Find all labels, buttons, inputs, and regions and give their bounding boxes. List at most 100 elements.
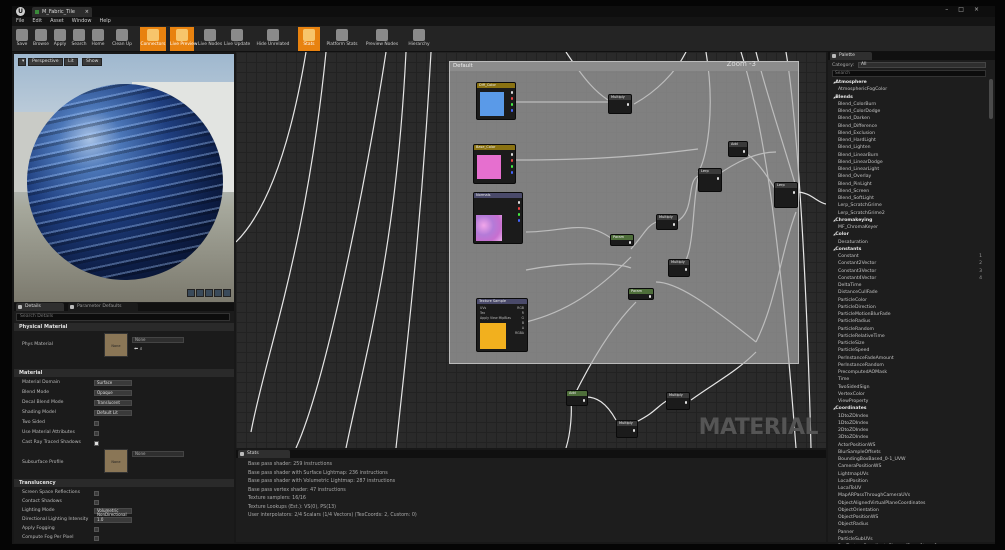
output-pin[interactable] [517,219,520,222]
palette-item[interactable]: Time [832,376,984,383]
node-texture-sample[interactable]: Texture Sample UVs Tex Apply View MipBias … [476,298,528,352]
output-pin[interactable] [510,159,513,162]
palette-item[interactable]: Constant3Vector 3 [832,268,984,275]
palette-item[interactable]: Blend_Lighten [832,144,984,151]
menu-item-help[interactable]: Help [95,17,114,26]
toolbar-button-preview-nodes[interactable]: Preview Nodes [364,27,400,51]
output-pin[interactable] [510,109,513,112]
output-pin[interactable] [626,103,629,106]
output-pin[interactable] [510,103,513,106]
checkbox[interactable] [94,499,99,505]
toolbar-button-connectors[interactable]: Connectors [140,27,166,51]
toolbar-button-live-nodes[interactable]: Live Nodes [198,27,222,51]
output-pin[interactable] [517,201,520,204]
toolbar-button-hierarchy[interactable]: Hierarchy [404,27,434,51]
close-tab-icon[interactable]: × [85,7,89,17]
node-multiply[interactable]: Multiply [656,214,678,230]
palette-item[interactable]: Lerp_ScratchGrime [832,202,984,209]
category-dropdown[interactable]: All [858,62,986,68]
node-base-color[interactable]: Base_Color [473,144,516,184]
palette-item[interactable]: Blend_Difference [832,123,984,130]
palette-item[interactable]: Blend_LinearDodge [832,159,984,166]
node-multiply[interactable]: Multiply [668,259,690,277]
preview-viewport[interactable]: ▾ Perspective Lit Show [14,54,234,302]
palette-item[interactable]: MF_ChromaKeyer [832,224,984,231]
palette-item[interactable]: BlurSampleOffsets [832,449,984,456]
palette-item[interactable]: Blend_Screen [832,188,984,195]
palette-item[interactable]: Blend_SoftLight [832,195,984,202]
palette-category[interactable]: ◢Coordinates [832,405,984,412]
palette-item[interactable]: MapARPassThroughCameraUVs [832,492,984,499]
palette-category[interactable]: ◢Constants [832,246,984,253]
palette-item[interactable]: LightmapUVs [832,471,984,478]
output-pin[interactable] [628,241,631,244]
palette-item[interactable]: ObjectOrientation [832,507,984,514]
palette-item[interactable]: DistanceCullFade [832,289,984,296]
output-pin[interactable] [517,207,520,210]
toolbar-button-hide-unrelated[interactable]: Hide Unrelated [254,27,292,51]
tab-stats[interactable]: Stats [238,450,290,458]
toolbar-button-live-update[interactable]: Live Update [224,27,250,51]
palette-item[interactable]: Blend_ColorBurn [832,101,984,108]
node-lerp[interactable]: Lerp [698,168,722,192]
material-graph[interactable]: Default Zoom -3 Diff_Color Base_Color No… [236,52,826,448]
node-multiply[interactable]: Multiply [616,420,638,438]
palette-category[interactable]: ◢Blends [832,94,984,101]
output-pin[interactable] [510,171,513,174]
output-pin[interactable] [510,165,513,168]
palette-item[interactable]: PerInstanceFadeAmount [832,355,984,362]
checkbox[interactable] [94,526,99,532]
output-pin[interactable] [510,97,513,100]
tab-palette[interactable]: Palette [830,52,872,60]
palette-scrollbar[interactable] [989,79,993,119]
output-pin[interactable] [716,177,719,180]
output-pin[interactable] [672,223,675,226]
output-pin[interactable] [510,91,513,94]
menu-item-file[interactable]: File [12,17,28,26]
checkbox[interactable] [94,430,99,436]
palette-item[interactable]: ViewProperty [832,398,984,405]
palette-item[interactable]: 3DtoZDIndex [832,434,984,441]
palette-item[interactable]: ActorPositionWS [832,442,984,449]
section-material[interactable]: Material [14,369,234,377]
palette-search-input[interactable]: Search [832,70,986,77]
palette-item[interactable]: TwoSidedSign [832,384,984,391]
toolbar-button-live-preview[interactable]: Live Preview [170,27,197,51]
palette-item[interactable]: PrecomputedAOMask [832,369,984,376]
palette-item[interactable]: 2DtoZDIndex [832,427,984,434]
section-physical-material[interactable]: Physical Material [14,323,234,331]
palette-item[interactable]: 1DtoZDIndex [832,420,984,427]
output-pin[interactable] [582,399,585,402]
palette-item[interactable]: ParticleSubUVs [832,536,984,543]
palette-category[interactable]: ◢Chromakeying [832,217,984,224]
palette-item[interactable]: PerInstanceRandom [832,362,984,369]
node-lerp[interactable]: Lerp [774,182,798,208]
palette-item[interactable]: Desaturation [832,239,984,246]
maximize-icon[interactable]: □ [958,6,974,13]
output-pin[interactable] [684,268,687,271]
palette-item[interactable]: LocalPosition [832,478,984,485]
palette-item[interactable]: LocalToUV [832,485,984,492]
toolbar-button-home[interactable]: Home [90,27,106,51]
toolbar-button-apply[interactable]: Apply [52,27,68,51]
toolbar-button-browse[interactable]: Browse [32,27,50,51]
output-pin[interactable] [792,191,795,194]
sphere-icon[interactable] [196,289,204,297]
checkbox[interactable] [94,440,99,446]
document-tab[interactable]: M_Fabric_Tile × [32,7,92,17]
palette-item[interactable]: ParticleRelativeTime [832,333,984,340]
cube-icon[interactable] [214,289,222,297]
palette-item[interactable]: Constant2Vector 2 [832,260,984,267]
output-pin[interactable] [684,401,687,404]
palette-item[interactable]: ObjectAlignedVirtualPlaneCoordinates [832,500,984,507]
minimize-icon[interactable]: – [945,6,958,13]
lit-button[interactable]: Lit [64,58,78,66]
details-search-input[interactable]: Search Details [16,313,230,321]
palette-item[interactable]: 1DtoZDIndex [832,413,984,420]
node-param[interactable]: Param [610,234,634,246]
toolbar-button-stats[interactable]: Stats [298,27,320,51]
menu-item-asset[interactable]: Asset [46,17,68,26]
menu-item-window[interactable]: Window [68,17,96,26]
node-add[interactable]: Add [728,141,748,157]
palette-item[interactable]: ObjectRadius [832,521,984,528]
